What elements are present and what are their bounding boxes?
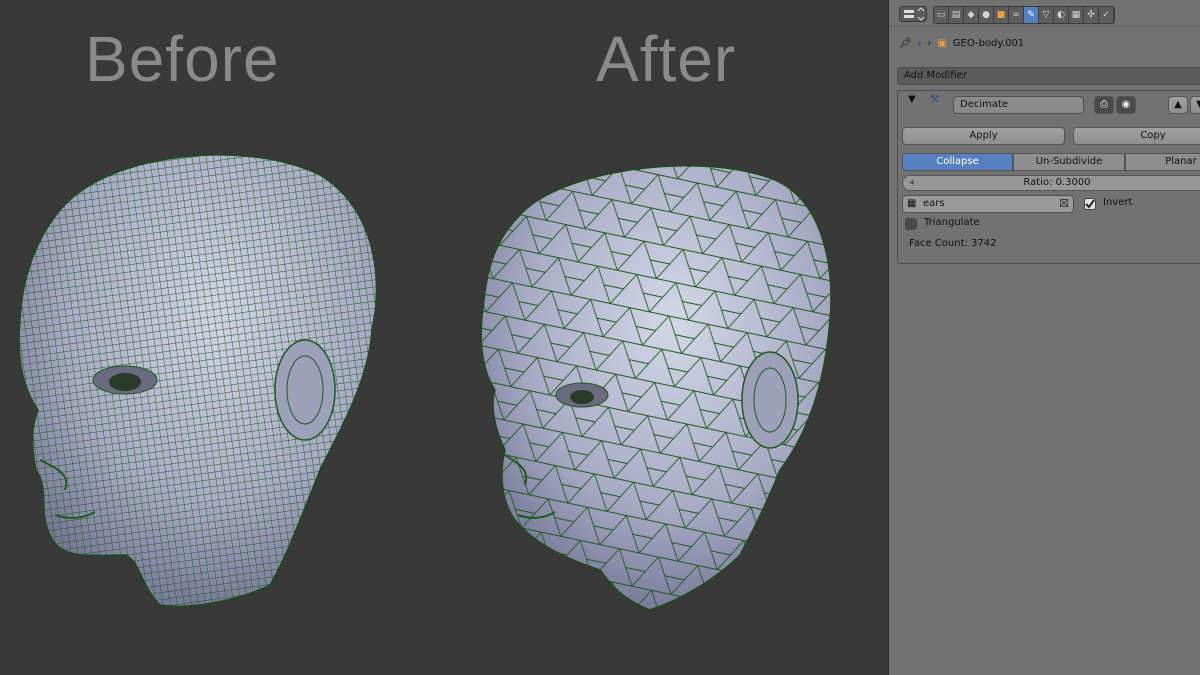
vertex-group-icon: ▦ <box>907 198 917 209</box>
world-icon[interactable]: ● <box>979 7 994 23</box>
invert-label: Invert <box>1103 197 1133 208</box>
editor-type-button[interactable] <box>899 6 927 22</box>
show-viewport-toggle[interactable]: ◉ <box>1116 96 1136 114</box>
vertex-group-value: ears <box>923 198 945 209</box>
mode-unsubdivide-tab[interactable]: Un-Subdivide <box>1013 153 1125 171</box>
properties-tabs: ▭ ▤ ◆ ● ■ ∞ ✎ ▽ ◐ ▦ ✣ ✓ <box>933 6 1115 24</box>
physics-icon[interactable]: ✓ <box>1099 7 1114 23</box>
render-layers-icon[interactable]: ▤ <box>949 7 964 23</box>
head-after <box>480 164 832 611</box>
triangulate-checkbox[interactable] <box>905 218 917 230</box>
vertex-group-field[interactable]: ▦ ears ☒ <box>902 195 1074 213</box>
3d-viewport[interactable]: Before After <box>0 0 888 675</box>
slider-left-arrow-icon[interactable]: ◂ <box>909 176 914 190</box>
mesh-icon: ▣ <box>937 37 947 49</box>
add-modifier-menu[interactable]: Add Modifier <box>897 67 1200 85</box>
triangulate-label: Triangulate <box>924 217 980 228</box>
modifiers-icon[interactable]: ✎ <box>1024 7 1039 23</box>
collapse-triangle-icon[interactable]: ▼ <box>908 94 916 105</box>
constraints-icon[interactable]: ∞ <box>1009 7 1024 23</box>
pin-icon[interactable]: 📌︎ <box>899 38 912 49</box>
texture-icon[interactable]: ▦ <box>1069 7 1084 23</box>
material-icon[interactable]: ◐ <box>1054 7 1069 23</box>
decimate-modifier-panel: ▼ ⚒ Decimate ⎙ ◉ ▲ ▼ Apply Copy Collapse… <box>897 90 1200 264</box>
mode-planar-tab[interactable]: Planar <box>1125 153 1200 171</box>
particles-icon[interactable]: ✣ <box>1084 7 1099 23</box>
modifier-name-field[interactable]: Decimate <box>953 96 1084 114</box>
checkmark-icon <box>1085 199 1095 209</box>
ratio-slider[interactable]: ◂ Ratio: 0.3000 <box>902 175 1200 191</box>
face-count: Face Count: 3742 <box>909 238 997 249</box>
render-icon[interactable]: ▭ <box>934 7 949 23</box>
decimate-icon: ⚒ <box>930 94 939 105</box>
move-up-button[interactable]: ▲ <box>1168 96 1188 114</box>
mode-collapse-tab[interactable]: Collapse <box>902 153 1013 171</box>
editor-type-icon <box>904 7 925 21</box>
scene-icon[interactable]: ◆ <box>964 7 979 23</box>
properties-header: ▭ ▤ ◆ ● ■ ∞ ✎ ▽ ◐ ▦ ✣ ✓ <box>889 0 1200 27</box>
breadcrumb: 📌︎ ⬩ › ▣ GEO-body.001 <box>899 34 1024 52</box>
data-icon[interactable]: ▽ <box>1039 7 1054 23</box>
object-icon[interactable]: ■ <box>994 7 1009 23</box>
show-render-toggle[interactable]: ⎙ <box>1094 96 1114 114</box>
clear-field-icon[interactable]: ☒ <box>1059 196 1069 212</box>
move-down-button[interactable]: ▼ <box>1190 96 1200 114</box>
properties-editor: ▭ ▤ ◆ ● ■ ∞ ✎ ▽ ◐ ▦ ✣ ✓ 📌︎ ⬩ › ▣ GEO-bod… <box>888 0 1200 675</box>
invert-checkbox[interactable] <box>1084 198 1096 210</box>
object-name: GEO-body.001 <box>952 37 1025 49</box>
ratio-value: Ratio: 0.3000 <box>1023 177 1091 188</box>
copy-button[interactable]: Copy <box>1073 127 1200 145</box>
chevron-right-icon: › <box>927 37 932 49</box>
object-data-icon: ⬩ <box>917 37 922 49</box>
apply-button[interactable]: Apply <box>902 127 1065 145</box>
